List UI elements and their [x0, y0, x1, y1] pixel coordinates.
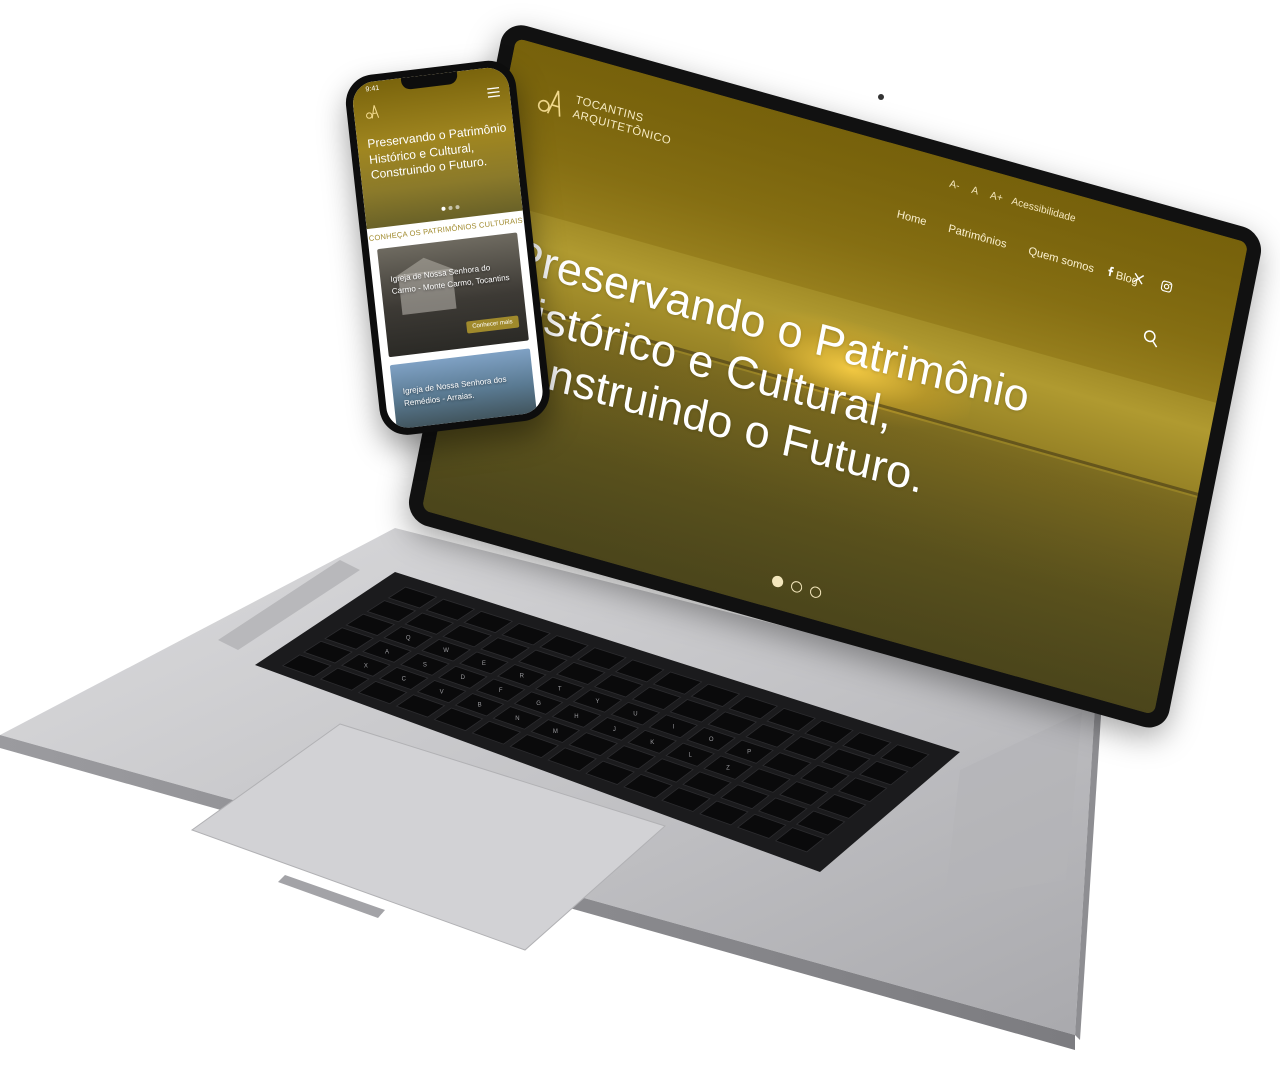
keyboard-key[interactable]: [879, 744, 930, 769]
learn-more-button[interactable]: Conhecer mais: [465, 315, 520, 334]
heritage-card[interactable]: Igreja de Nossa Senhora dos Remédios - A…: [389, 348, 538, 431]
key-label: U: [633, 712, 637, 718]
key-label: T: [558, 686, 562, 692]
key-label: V: [440, 690, 444, 696]
hamburger-menu-icon[interactable]: [487, 86, 501, 98]
key-label: B: [478, 703, 482, 709]
phone-logo-icon[interactable]: [363, 103, 381, 121]
font-decrease-button[interactable]: A-: [948, 179, 960, 193]
phone-slider-dot-2[interactable]: [448, 205, 453, 211]
key-label: Q: [406, 636, 411, 642]
key-label: H: [574, 714, 578, 720]
key-label: Y: [596, 699, 600, 705]
key-label: E: [482, 661, 486, 667]
key-label: X: [364, 663, 368, 669]
key-label: S: [423, 662, 427, 668]
font-reset-button[interactable]: A: [970, 185, 979, 198]
key-label: D: [461, 675, 466, 681]
key-label: K: [650, 740, 654, 746]
key-label: Z: [726, 766, 730, 772]
key-label: R: [520, 674, 525, 680]
key-label: J: [613, 727, 616, 733]
key-label: W: [443, 648, 449, 654]
key-label: P: [747, 750, 751, 756]
key-label: O: [709, 737, 714, 743]
key-label: N: [515, 716, 519, 722]
key-label: G: [536, 701, 541, 707]
key-label: M: [553, 729, 558, 735]
key-label: F: [499, 688, 503, 694]
phone-screen: 9:41 Preservando o Patrimônio Histórico …: [350, 65, 545, 431]
phone-slider-dot-1[interactable]: [441, 206, 446, 212]
card-title: Igreja de Nossa Senhora dos Remédios - A…: [402, 374, 507, 408]
key-label: C: [402, 676, 407, 682]
phone-slider-dot-3[interactable]: [455, 204, 460, 210]
key-label: A: [385, 649, 389, 655]
status-time: 9:41: [365, 84, 380, 94]
laptop-camera: [878, 94, 884, 100]
heritage-card[interactable]: Igreja de Nossa Senhora do Carmo - Monte…: [377, 232, 529, 358]
